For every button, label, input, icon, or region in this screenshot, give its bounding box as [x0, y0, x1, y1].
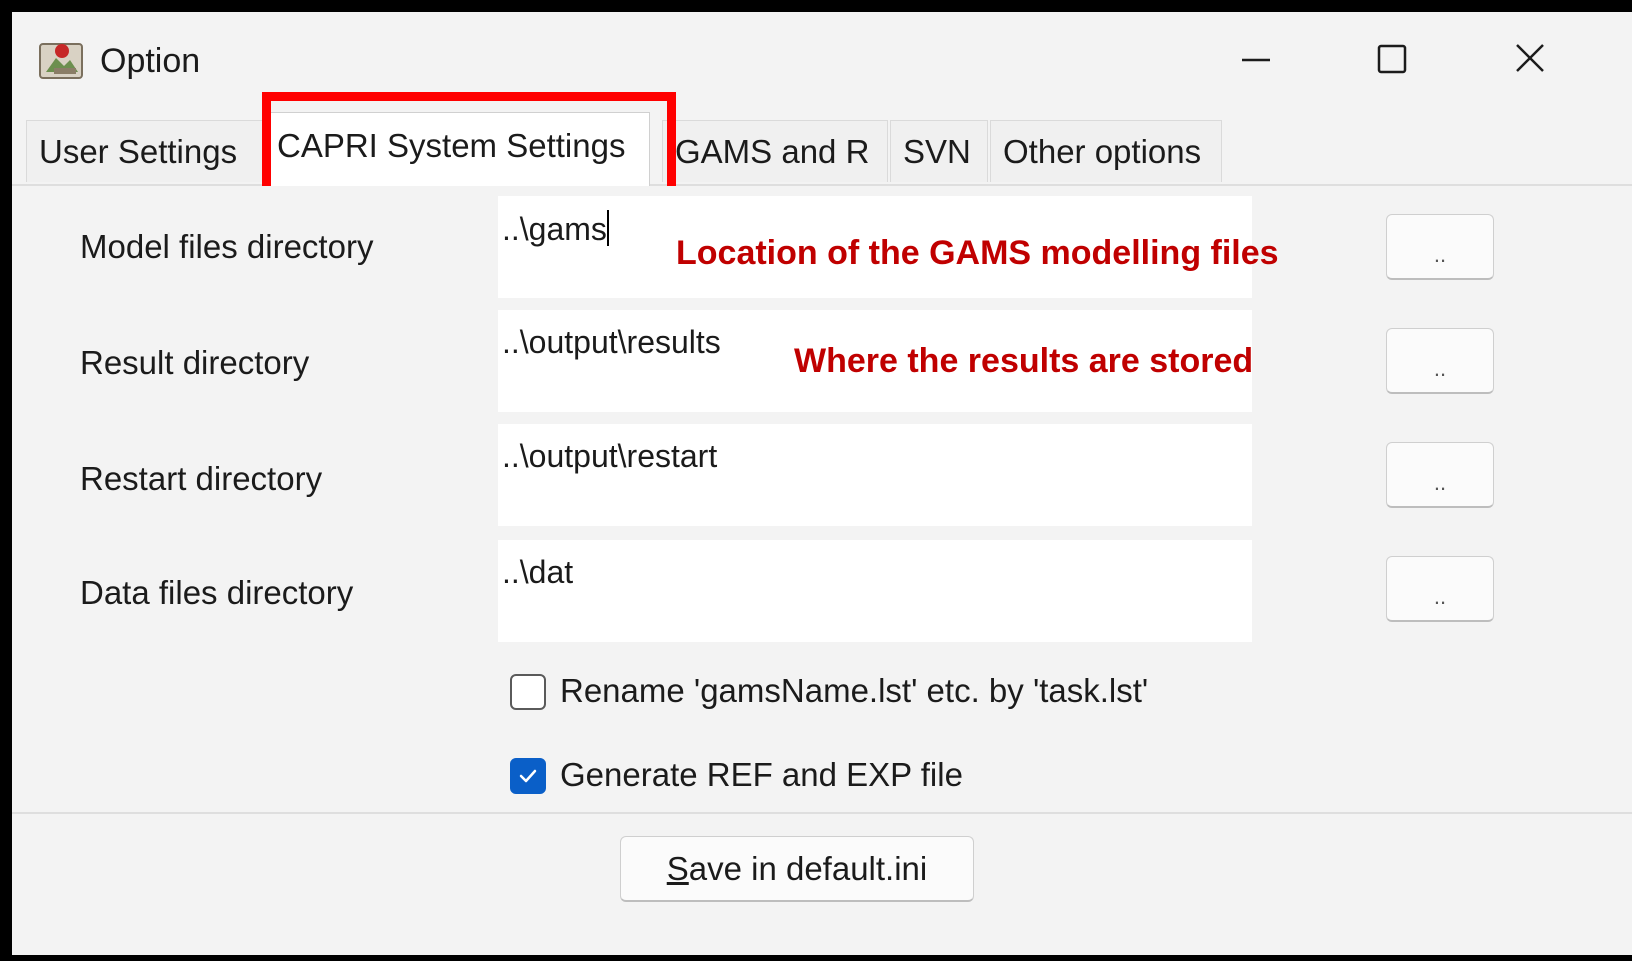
- minimize-icon[interactable]: [1226, 36, 1286, 84]
- footer-bar: Save in default.ini: [12, 812, 1632, 955]
- save-mnemonic: S: [666, 850, 689, 887]
- result-dir-label: Result directory: [80, 344, 310, 381]
- model-files-browse-button[interactable]: ..: [1386, 214, 1494, 280]
- model-files-label: Model files directory: [80, 228, 374, 265]
- close-icon[interactable]: [1500, 36, 1560, 84]
- data-files-value: ..\dat: [502, 554, 574, 590]
- data-files-browse-button[interactable]: ..: [1386, 556, 1494, 622]
- save-default-ini-button[interactable]: Save in default.ini: [620, 836, 974, 902]
- settings-panel: Model files directory ..\gams Location o…: [12, 186, 1632, 812]
- restart-dir-value: ..\output\restart: [502, 438, 718, 474]
- rename-lst-checkbox[interactable]: [510, 674, 546, 710]
- tab-bar: User Settings CAPRI System Settings GAMS…: [12, 108, 1632, 186]
- tab-svn[interactable]: SVN: [890, 120, 988, 182]
- java-app-icon: [39, 43, 83, 79]
- checkmark-icon: [519, 769, 537, 783]
- tab-other-options[interactable]: Other options: [990, 120, 1222, 182]
- model-files-annotation: Location of the GAMS modelling files: [676, 234, 1279, 272]
- restart-dir-input[interactable]: ..\output\restart: [498, 424, 1252, 526]
- result-dir-value: ..\output\results: [502, 324, 721, 360]
- generate-ref-exp-label[interactable]: Generate REF and EXP file: [560, 756, 963, 794]
- title-bar[interactable]: Option: [12, 12, 1632, 108]
- tab-user-settings[interactable]: User Settings: [26, 120, 264, 182]
- save-label-rest: ave in default.ini: [688, 850, 928, 887]
- maximize-icon[interactable]: [1362, 36, 1422, 84]
- tab-gams-and-r[interactable]: GAMS and R: [662, 120, 888, 182]
- data-files-label: Data files directory: [80, 574, 354, 611]
- result-dir-browse-button[interactable]: ..: [1386, 328, 1494, 394]
- option-window: Option User Settings CAPRI System Settin…: [0, 0, 1632, 961]
- model-files-value: ..\gams: [502, 211, 607, 247]
- window-title: Option: [100, 42, 201, 80]
- restart-dir-browse-button[interactable]: ..: [1386, 442, 1494, 508]
- generate-ref-exp-checkbox[interactable]: [510, 758, 546, 794]
- results-annotation: Where the results are stored: [794, 342, 1254, 380]
- text-caret: [606, 210, 609, 246]
- rename-lst-label[interactable]: Rename 'gamsName.lst' etc. by 'task.lst': [560, 672, 1148, 710]
- restart-dir-label: Restart directory: [80, 460, 323, 497]
- data-files-input[interactable]: ..\dat: [498, 540, 1252, 642]
